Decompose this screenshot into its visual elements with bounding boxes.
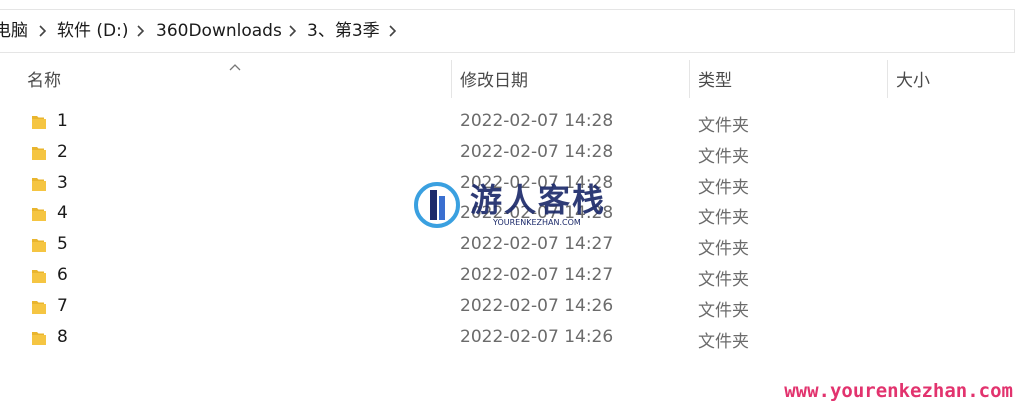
file-name[interactable]: 6 xyxy=(57,265,68,285)
chevron-right-icon[interactable] xyxy=(134,22,148,40)
file-name[interactable]: 5 xyxy=(57,234,68,254)
file-type: 文件夹 xyxy=(698,331,749,352)
file-modified-date: 2022-02-07 14:27 xyxy=(460,265,614,285)
folder-icon xyxy=(31,144,47,162)
table-row[interactable]: 7 2022-02-07 14:26 文件夹 xyxy=(0,291,1019,322)
chevron-right-icon[interactable] xyxy=(36,22,50,40)
table-row[interactable]: 8 2022-02-07 14:26 文件夹 xyxy=(0,322,1019,353)
table-row[interactable]: 6 2022-02-07 14:27 文件夹 xyxy=(0,260,1019,291)
column-divider[interactable] xyxy=(887,60,888,98)
file-name[interactable]: 7 xyxy=(57,296,68,316)
file-name[interactable]: 1 xyxy=(57,111,68,131)
file-name[interactable]: 8 xyxy=(57,327,68,347)
file-type: 文件夹 xyxy=(698,300,749,321)
column-header-row: 名称 修改日期 类型 大小 xyxy=(0,54,1019,100)
breadcrumb-item-season3[interactable]: 3、第3季 xyxy=(307,20,380,42)
folder-icon xyxy=(31,267,47,285)
folder-icon xyxy=(31,113,47,131)
chevron-right-icon[interactable] xyxy=(286,22,300,40)
column-header-name[interactable]: 名称 xyxy=(27,66,61,91)
address-bar[interactable]: 电脑 软件 (D:) 360Downloads 3、第3季 xyxy=(0,9,1015,53)
file-modified-date: 2022-02-07 14:26 xyxy=(460,295,614,316)
folder-icon xyxy=(31,236,47,254)
file-modified-date: 2022-02-07 14:28 xyxy=(460,141,614,162)
breadcrumb-item-drive[interactable]: 软件 (D:) xyxy=(57,20,129,42)
watermark-logo-icon xyxy=(412,180,462,230)
breadcrumb-item-360downloads[interactable]: 360Downloads xyxy=(156,20,282,42)
file-modified-date: 2022-02-07 14:27 xyxy=(460,234,614,255)
file-name[interactable]: 4 xyxy=(57,203,68,223)
sort-ascending-icon xyxy=(229,56,241,71)
file-type: 文件夹 xyxy=(698,270,749,290)
watermark-subtitle: YOURENKEZHAN.COM xyxy=(493,218,581,227)
folder-icon xyxy=(31,329,47,347)
file-type: 文件夹 xyxy=(698,177,749,198)
file-name[interactable]: 3 xyxy=(57,173,68,193)
column-divider[interactable] xyxy=(689,60,690,98)
file-type: 文件夹 xyxy=(698,116,749,136)
folder-icon xyxy=(31,298,47,316)
column-header-date[interactable]: 修改日期 xyxy=(460,66,528,91)
folder-icon xyxy=(31,205,47,223)
file-type: 文件夹 xyxy=(698,239,749,260)
file-type: 文件夹 xyxy=(698,146,749,167)
table-row[interactable]: 5 2022-02-07 14:27 文件夹 xyxy=(0,229,1019,260)
column-header-size[interactable]: 大小 xyxy=(896,66,930,91)
chevron-right-icon[interactable] xyxy=(386,22,400,40)
table-row[interactable]: 1 2022-02-07 14:28 文件夹 xyxy=(0,106,1019,137)
file-type: 文件夹 xyxy=(698,208,749,229)
watermark-url: www.yourenkezhan.com xyxy=(784,380,1013,402)
breadcrumb-item-computer[interactable]: 电脑 xyxy=(0,20,28,42)
file-name[interactable]: 2 xyxy=(57,142,68,162)
file-modified-date: 2022-02-07 14:28 xyxy=(460,111,614,131)
column-divider[interactable] xyxy=(451,60,452,98)
table-row[interactable]: 2 2022-02-07 14:28 文件夹 xyxy=(0,137,1019,168)
file-explorer-window: 电脑 软件 (D:) 360Downloads 3、第3季 名称 修改日期 类型… xyxy=(0,0,1019,408)
column-header-type[interactable]: 类型 xyxy=(698,66,732,91)
watermark-title: 游人客栈 xyxy=(470,181,607,219)
file-modified-date: 2022-02-07 14:26 xyxy=(460,326,614,347)
folder-icon xyxy=(31,175,47,193)
